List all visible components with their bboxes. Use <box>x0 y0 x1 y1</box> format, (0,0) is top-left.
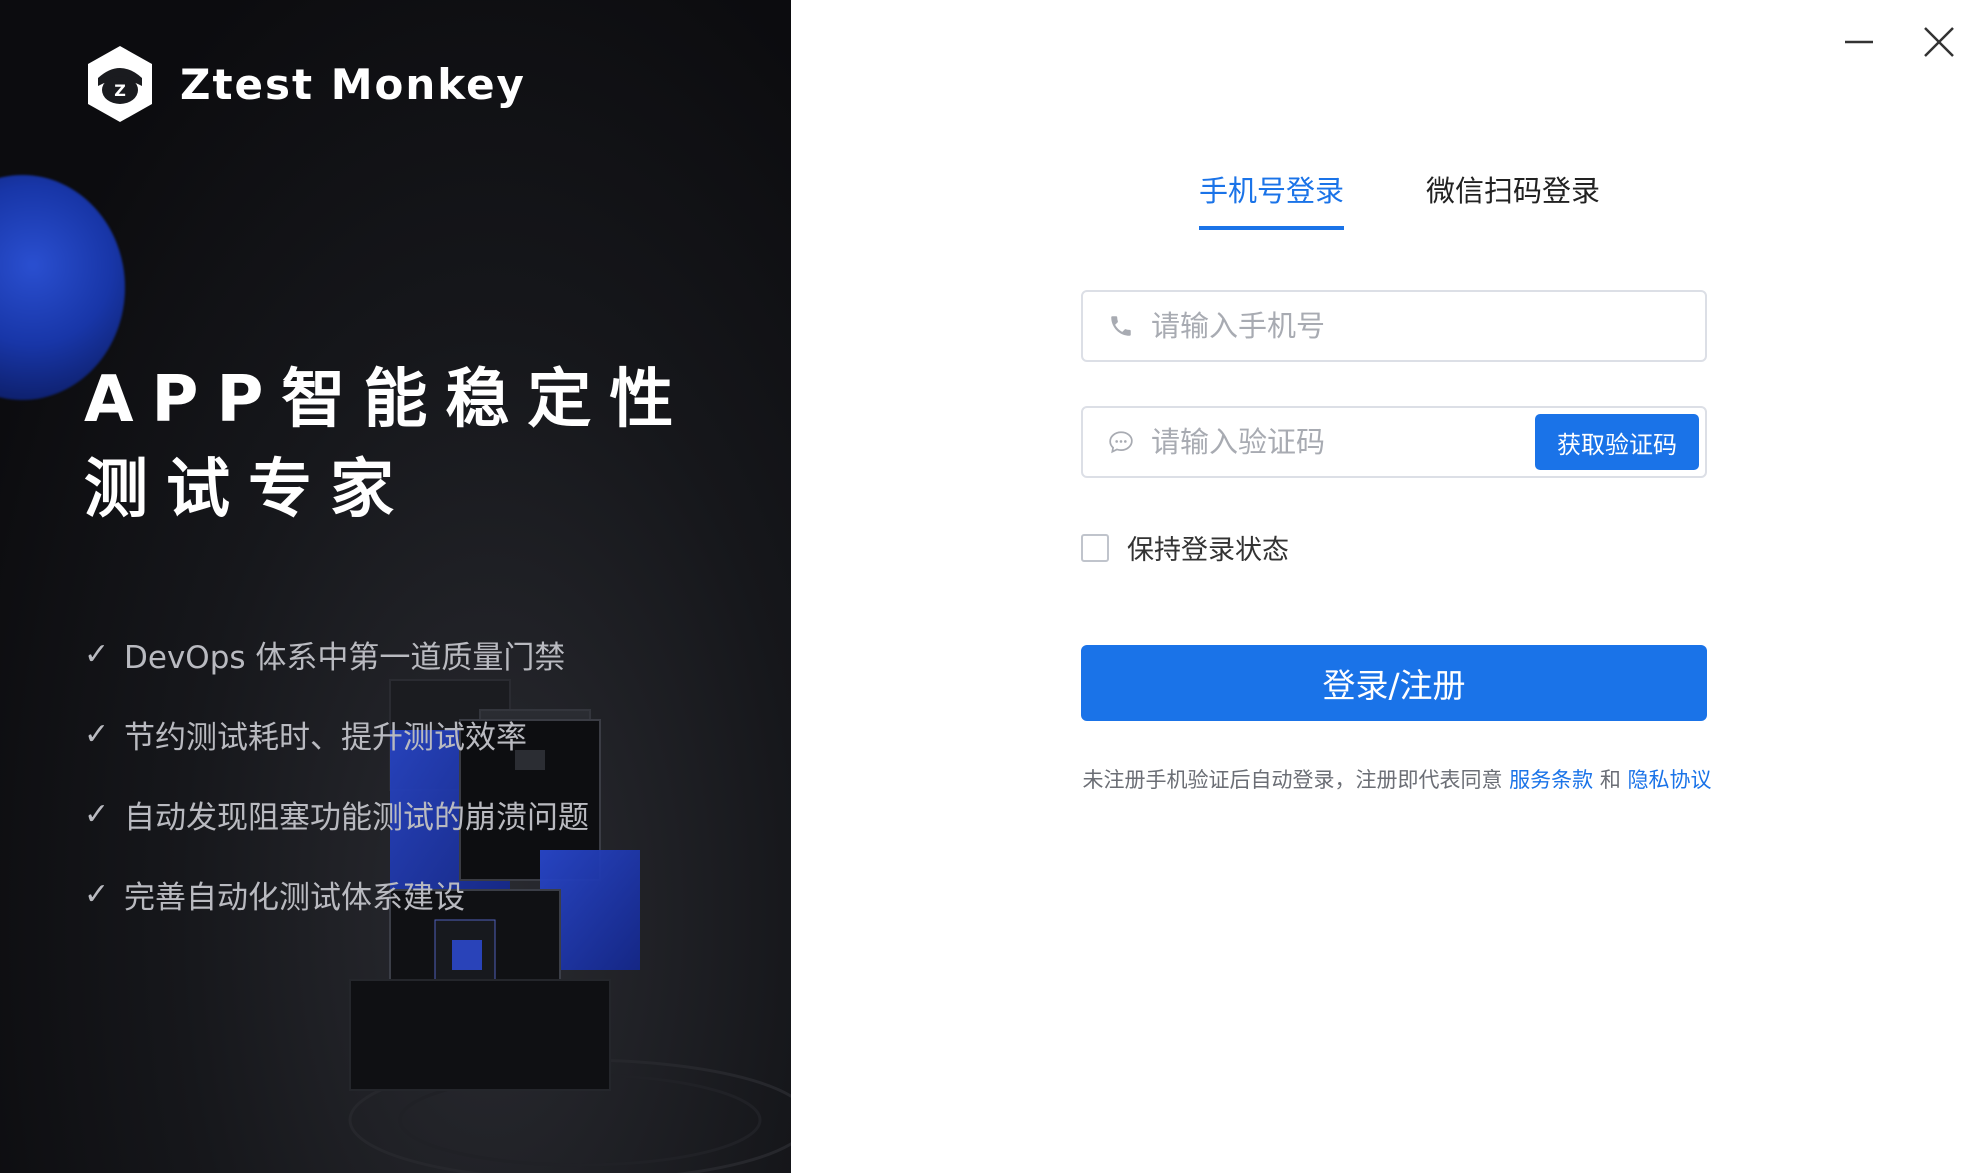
feature-item: ✓ 自动发现阻塞功能测试的崩溃问题 <box>84 774 589 854</box>
agreement-text: 未注册手机验证后自动登录，注册即代表同意 <box>1082 768 1503 792</box>
privacy-policy-link[interactable]: 隐私协议 <box>1628 768 1712 792</box>
get-code-button[interactable]: 获取验证码 <box>1535 414 1699 470</box>
remember-login-label: 保持登录状态 <box>1127 535 1289 566</box>
minimize-button[interactable] <box>1837 20 1881 64</box>
logo-badge-letter: Z <box>114 81 126 100</box>
agreement-notice: 未注册手机验证后自动登录，注册即代表同意 服务条款 和 隐私协议 <box>1057 764 1737 794</box>
check-icon: ✓ <box>84 796 110 832</box>
feature-text: DevOps 体系中第一道质量门禁 <box>124 639 566 676</box>
brand-logo: Z Ztest Monkey <box>84 44 526 124</box>
tab-wechat-login[interactable]: 微信扫码登录 <box>1426 168 1600 230</box>
login-register-button[interactable]: 登录/注册 <box>1081 645 1707 721</box>
verification-code-input[interactable] <box>1149 412 1535 472</box>
login-tabs: 手机号登录 微信扫码登录 <box>1199 168 1600 230</box>
headline-line-1: APP智能稳定性 <box>84 363 692 437</box>
feature-text: 节约测试耗时、提升测试效率 <box>124 719 527 756</box>
check-icon: ✓ <box>84 636 110 672</box>
verification-code-field: 获取验证码 <box>1081 406 1707 478</box>
brand-name: Ztest Monkey <box>180 59 526 109</box>
feature-item: ✓ DevOps 体系中第一道质量门禁 <box>84 614 589 694</box>
ztest-monkey-logo-icon: Z <box>88 46 152 122</box>
remember-login-checkbox[interactable]: 保持登录状态 <box>1081 528 1289 567</box>
feature-item: ✓ 完善自动化测试体系建设 <box>84 854 589 934</box>
close-button[interactable] <box>1917 20 1961 64</box>
headline-line-2: 测试专家 <box>84 453 412 527</box>
promo-headline: APP智能稳定性 测试专家 <box>84 355 691 535</box>
feature-text: 完善自动化测试体系建设 <box>124 879 465 916</box>
agreement-joiner: 和 <box>1599 768 1621 792</box>
chat-bubble-icon <box>1101 422 1141 462</box>
feature-list: ✓ DevOps 体系中第一道质量门禁 ✓ 节约测试耗时、提升测试效率 ✓ 自动… <box>84 614 589 934</box>
feature-text: 自动发现阻塞功能测试的崩溃问题 <box>124 799 589 836</box>
feature-item: ✓ 节约测试耗时、提升测试效率 <box>84 694 589 774</box>
phone-icon <box>1101 306 1141 346</box>
promo-panel: Z Ztest Monkey APP智能稳定性 测试专家 ✓ DevOps 体系… <box>0 0 791 1173</box>
terms-of-service-link[interactable]: 服务条款 <box>1509 768 1593 792</box>
minimize-icon <box>1845 40 1873 44</box>
phone-input[interactable] <box>1149 296 1705 356</box>
check-icon: ✓ <box>84 716 110 752</box>
phone-field <box>1081 290 1707 362</box>
tab-phone-login[interactable]: 手机号登录 <box>1199 168 1345 230</box>
checkbox-box[interactable] <box>1081 533 1109 562</box>
close-icon <box>1924 27 1954 57</box>
check-icon: ✓ <box>84 876 110 912</box>
login-panel: 手机号登录 微信扫码登录 获取验证码 保持登录状态 登录/注册 未注册手机验证后… <box>791 0 1973 1173</box>
